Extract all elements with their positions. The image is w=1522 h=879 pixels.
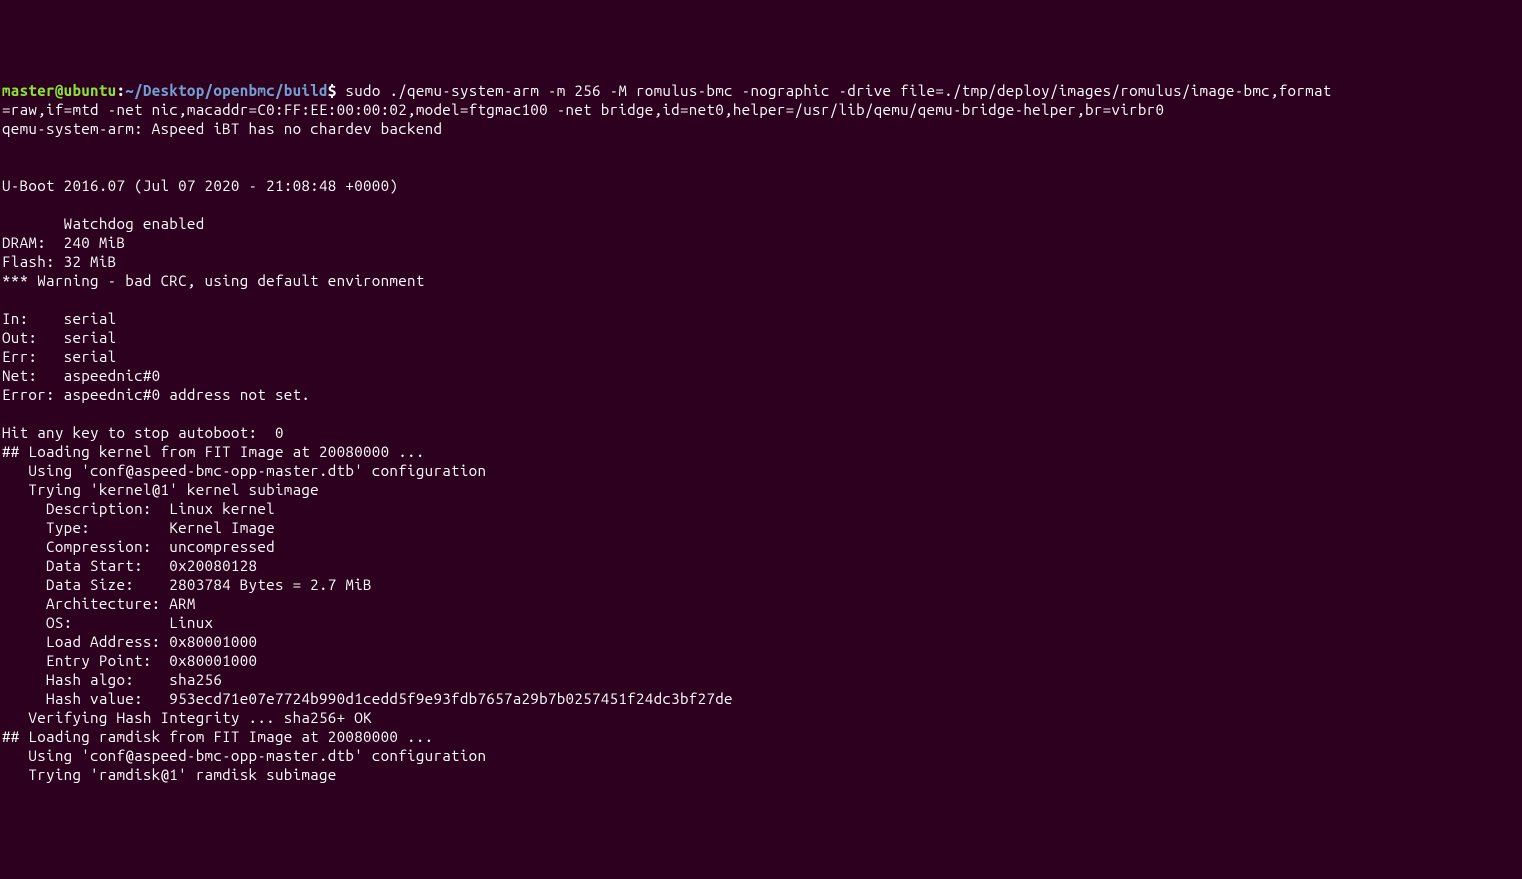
output-line: Err: serial [2,348,116,365]
output-line: *** Warning - bad CRC, using default env… [2,272,425,289]
output-line: OS: Linux [2,614,213,631]
output-line: Verifying Hash Integrity ... sha256+ OK [2,709,372,726]
output-line: Trying 'ramdisk@1' ramdisk subimage [2,766,337,783]
prompt-dollar: $ [328,82,346,99]
command-line-1: sudo ./qemu-system-arm -m 256 -M romulus… [345,82,1331,99]
output-line: Hash value: 953ecd71e07e7724b990d1cedd5f… [2,690,733,707]
prompt-colon: : [116,82,125,99]
output-line: Net: aspeednic#0 [2,367,161,384]
output-line: Compression: uncompressed [2,538,275,555]
prompt-path: ~/Desktop/openbmc/build [125,82,328,99]
output-line: Architecture: ARM [2,595,196,612]
output-line: ## Loading kernel from FIT Image at 2008… [2,443,425,460]
terminal-window[interactable]: master@ubuntu:~/Desktop/openbmc/build$ s… [2,81,1520,784]
output-line: Data Start: 0x20080128 [2,557,257,574]
output-line: Flash: 32 MiB [2,253,116,270]
output-line: DRAM: 240 MiB [2,234,125,251]
output-line: Hit any key to stop autoboot: 0 [2,424,293,441]
output-line: Out: serial [2,329,116,346]
output-line: In: serial [2,310,116,327]
output-line: ## Loading ramdisk from FIT Image at 200… [2,728,433,745]
command-line-2: =raw,if=mtd -net nic,macaddr=C0:FF:EE:00… [2,101,1164,118]
output-line: Using 'conf@aspeed-bmc-opp-master.dtb' c… [2,462,486,479]
output-line: Description: Linux kernel [2,500,275,517]
prompt-line: master@ubuntu:~/Desktop/openbmc/build$ s… [2,82,1332,99]
output-line: Load Address: 0x80001000 [2,633,257,650]
output-line: Entry Point: 0x80001000 [2,652,257,669]
prompt-user: master@ubuntu [2,82,116,99]
output-line: Watchdog enabled [2,215,205,232]
output-line: U-Boot 2016.07 (Jul 07 2020 - 21:08:48 +… [2,177,398,194]
output-line: Type: Kernel Image [2,519,275,536]
output-line: Using 'conf@aspeed-bmc-opp-master.dtb' c… [2,747,486,764]
output-line: Hash algo: sha256 [2,671,222,688]
output-line: Error: aspeednic#0 address not set. [2,386,310,403]
output-line: Trying 'kernel@1' kernel subimage [2,481,319,498]
output-line: Data Size: 2803784 Bytes = 2.7 MiB [2,576,372,593]
output-line: qemu-system-arm: Aspeed iBT has no chard… [2,120,442,137]
